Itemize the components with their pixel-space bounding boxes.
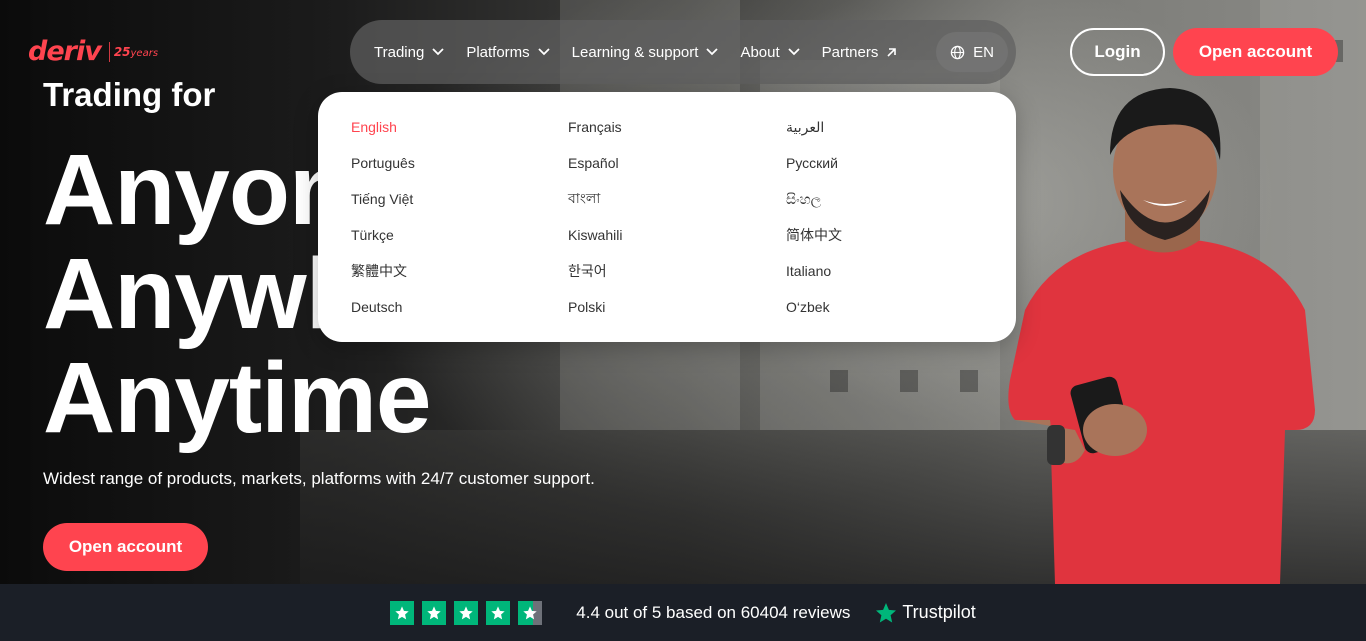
language-option-sinhala[interactable]: සිංහල: [786, 188, 1003, 210]
nav-item-label: Partners: [821, 43, 879, 61]
language-selector-label: EN: [973, 43, 994, 61]
arrow-up-right-icon: [887, 47, 897, 57]
nav-item-label: Learning & support: [571, 43, 699, 61]
deriv-logo[interactable]: deriv 25years: [28, 36, 158, 67]
background-window: [900, 370, 918, 392]
chevron-down-icon: [538, 48, 550, 56]
background-window: [830, 370, 848, 392]
trustpilot-logo[interactable]: Trustpilot: [874, 601, 976, 625]
language-option-english[interactable]: English: [351, 116, 568, 138]
language-option-traditional-chinese[interactable]: 繁體中文: [351, 260, 568, 282]
language-option-vietnamese[interactable]: Tiếng Việt: [351, 188, 568, 210]
logo-divider: [108, 41, 110, 62]
star-icon: [390, 600, 415, 625]
nav-item-partners[interactable]: Partners: [822, 44, 898, 61]
star-icon: [486, 600, 511, 625]
language-option-spanish[interactable]: Español: [568, 152, 786, 174]
language-dropdown: English Français العربية Português Españ…: [318, 92, 1016, 342]
open-account-button-hero[interactable]: Open account: [43, 523, 208, 571]
trustpilot-rating-text: 4.4 out of 5 based on 60404 reviews: [576, 602, 851, 622]
nav-item-about[interactable]: About: [740, 43, 800, 61]
language-option-swahili[interactable]: Kiswahili: [568, 224, 786, 246]
star-icon: [454, 600, 479, 625]
language-option-bengali[interactable]: বাংলা: [568, 188, 786, 210]
nav-item-platforms[interactable]: Platforms: [466, 43, 550, 61]
hero-headline-line-3: Anytime: [43, 342, 432, 454]
logo-anniversary-badge: 25years: [113, 44, 159, 59]
language-option-russian[interactable]: Русский: [786, 152, 1003, 174]
nav-item-learning-support[interactable]: Learning & support: [572, 44, 719, 61]
star-icon: [422, 600, 447, 625]
hero-person-image: [1008, 88, 1315, 584]
trustpilot-star-icon: [876, 602, 897, 622]
chevron-down-icon: [432, 48, 444, 56]
chevron-down-icon: [706, 48, 719, 56]
language-option-german[interactable]: Deutsch: [351, 296, 568, 318]
nav-item-trading[interactable]: Trading: [374, 44, 444, 61]
language-option-polish[interactable]: Polski: [568, 296, 786, 318]
star-partial-icon: [518, 600, 543, 625]
language-selector[interactable]: EN: [936, 32, 1008, 72]
nav-item-label: Platforms: [466, 43, 530, 61]
language-option-turkish[interactable]: Türkçe: [351, 224, 568, 246]
open-account-button-header[interactable]: Open account: [1173, 28, 1338, 76]
trustpilot-wordmark: Trustpilot: [902, 602, 976, 622]
language-option-korean[interactable]: 한국어: [568, 260, 786, 282]
language-option-simplified-chinese[interactable]: 简体中文: [786, 224, 1003, 246]
hero-subtitle: Widest range of products, markets, platf…: [43, 469, 595, 488]
trustpilot-stars: [390, 600, 550, 625]
nav-item-label: About: [740, 43, 780, 61]
trustpilot-bar: 4.4 out of 5 based on 60404 reviews Trus…: [0, 584, 1366, 641]
language-option-french[interactable]: Français: [568, 116, 786, 138]
language-option-uzbek[interactable]: O‘zbek: [786, 296, 1003, 318]
hero-eyebrow: Trading for: [43, 76, 216, 113]
main-nav: Trading Platforms Learning & support Abo…: [350, 20, 1016, 84]
language-option-arabic[interactable]: العربية: [786, 116, 1003, 138]
chevron-down-icon: [788, 48, 800, 56]
login-button[interactable]: Login: [1070, 28, 1165, 76]
nav-item-label: Trading: [374, 43, 425, 61]
background-window: [960, 370, 978, 392]
globe-icon: [950, 45, 965, 59]
logo-wordmark: deriv: [28, 36, 102, 67]
language-option-italian[interactable]: Italiano: [786, 260, 1003, 282]
language-option-portuguese[interactable]: Português: [351, 152, 568, 174]
